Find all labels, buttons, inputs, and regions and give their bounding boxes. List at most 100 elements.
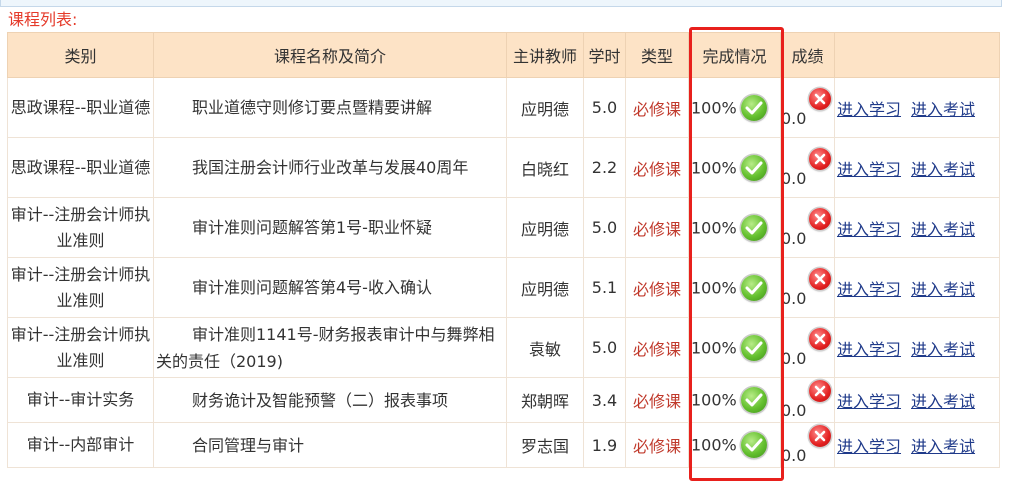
enter-study-link[interactable]: 进入学习	[837, 100, 901, 119]
course-hours: 5.0	[583, 77, 626, 138]
course-progress: 100%	[688, 422, 781, 468]
course-name: 审计准则问题解答第4号-收入确认	[153, 257, 507, 318]
enter-exam-link[interactable]: 进入考试	[911, 437, 975, 456]
course-actions: 进入学习 进入考试	[834, 77, 1000, 138]
score-value: 0.0	[781, 168, 807, 188]
enter-study-link[interactable]: 进入学习	[837, 392, 901, 411]
course-teacher: 袁敏	[506, 317, 584, 378]
table-row: 审计--审计实务 财务诡计及智能预警（二）报表事项 郑朝晖 3.4 必修课 10…	[7, 377, 1000, 423]
course-category: 审计--内部审计	[7, 422, 154, 468]
enter-exam-link[interactable]: 进入考试	[911, 340, 975, 359]
enter-exam-link[interactable]: 进入考试	[911, 392, 975, 411]
course-teacher: 郑朝晖	[506, 377, 584, 423]
course-list-title: 课程列表:	[8, 10, 78, 29]
course-progress: 100%	[688, 137, 781, 198]
x-circle-icon	[809, 147, 832, 170]
progress-value: 100%	[691, 158, 737, 177]
course-name: 我国注册会计师行业改革与发展40周年	[153, 137, 507, 198]
course-hours: 3.4	[583, 377, 626, 423]
progress-value: 100%	[691, 98, 737, 117]
course-progress: 100%	[688, 317, 781, 378]
course-score: 0.0	[780, 377, 835, 423]
check-circle-icon	[740, 274, 767, 301]
progress-value: 100%	[691, 278, 737, 297]
enter-study-link[interactable]: 进入学习	[837, 160, 901, 179]
col-header-type: 类型	[625, 32, 689, 78]
col-header-actions	[834, 32, 1000, 78]
course-actions: 进入学习 进入考试	[834, 197, 1000, 258]
score-value: 0.0	[781, 401, 807, 420]
enter-exam-link[interactable]: 进入考试	[911, 280, 975, 299]
course-progress: 100%	[688, 197, 781, 258]
col-header-teacher: 主讲教师	[506, 32, 584, 78]
course-name: 合同管理与审计	[153, 422, 507, 468]
course-category: 审计--注册会计师执业准则	[7, 317, 154, 378]
enter-exam-link[interactable]: 进入考试	[911, 220, 975, 239]
check-circle-icon	[740, 94, 767, 121]
top-panel-edge	[0, 0, 1002, 7]
course-hours: 5.0	[583, 317, 626, 378]
course-score: 0.0	[780, 257, 835, 318]
course-type: 必修课	[625, 317, 689, 378]
enter-exam-link[interactable]: 进入考试	[911, 100, 975, 119]
col-header-category: 类别	[7, 32, 154, 78]
x-circle-icon	[809, 327, 832, 350]
table-row: 审计--内部审计 合同管理与审计 罗志国 1.9 必修课 100% 0.0 进入…	[7, 422, 1000, 468]
course-name: 财务诡计及智能预警（二）报表事项	[153, 377, 507, 423]
course-table: 类别 课程名称及简介 主讲教师 学时 类型 完成情况 成绩 思政课程--职业道德…	[7, 32, 1000, 468]
course-progress: 100%	[688, 257, 781, 318]
score-value: 0.0	[781, 288, 807, 308]
check-circle-icon	[740, 154, 767, 181]
course-hours: 5.1	[583, 257, 626, 318]
x-circle-icon	[809, 425, 832, 447]
course-progress: 100%	[688, 77, 781, 138]
table-row: 审计--注册会计师执业准则 审计准则1141号-财务报表审计中与舞弊相关的责任（…	[7, 317, 1000, 378]
course-hours: 5.0	[583, 197, 626, 258]
progress-value: 100%	[691, 218, 737, 237]
check-circle-icon	[740, 214, 767, 241]
course-progress: 100%	[688, 377, 781, 423]
course-hours: 2.2	[583, 137, 626, 198]
enter-study-link[interactable]: 进入学习	[837, 220, 901, 239]
course-type: 必修课	[625, 137, 689, 198]
course-name: 职业道德守则修订要点暨精要讲解	[153, 77, 507, 138]
course-score: 0.0	[780, 317, 835, 378]
course-teacher: 应明德	[506, 197, 584, 258]
score-value: 0.0	[781, 446, 807, 465]
enter-study-link[interactable]: 进入学习	[837, 280, 901, 299]
course-score: 0.0	[780, 137, 835, 198]
course-actions: 进入学习 进入考试	[834, 257, 1000, 318]
col-header-course-name: 课程名称及简介	[153, 32, 507, 78]
course-actions: 进入学习 进入考试	[834, 317, 1000, 378]
enter-exam-link[interactable]: 进入考试	[911, 160, 975, 179]
x-circle-icon	[809, 380, 832, 402]
enter-study-link[interactable]: 进入学习	[837, 340, 901, 359]
course-type: 必修课	[625, 377, 689, 423]
course-teacher: 应明德	[506, 257, 584, 318]
course-type: 必修课	[625, 77, 689, 138]
course-teacher: 应明德	[506, 77, 584, 138]
course-category: 思政课程--职业道德	[7, 137, 154, 198]
course-score: 0.0	[780, 422, 835, 468]
col-header-score: 成绩	[780, 32, 835, 78]
course-type: 必修课	[625, 197, 689, 258]
x-circle-icon	[809, 207, 832, 230]
enter-study-link[interactable]: 进入学习	[837, 437, 901, 456]
course-category: 审计--注册会计师执业准则	[7, 197, 154, 258]
progress-value: 100%	[691, 435, 737, 455]
progress-value: 100%	[691, 338, 737, 357]
table-row: 思政课程--职业道德 职业道德守则修订要点暨精要讲解 应明德 5.0 必修课 1…	[7, 77, 1000, 138]
x-circle-icon	[809, 87, 832, 110]
course-actions: 进入学习 进入考试	[834, 422, 1000, 468]
course-category: 审计--审计实务	[7, 377, 154, 423]
table-row: 审计--注册会计师执业准则 审计准则问题解答第1号-职业怀疑 应明德 5.0 必…	[7, 197, 1000, 258]
table-row: 思政课程--职业道德 我国注册会计师行业改革与发展40周年 白晓红 2.2 必修…	[7, 137, 1000, 198]
check-circle-icon	[740, 432, 767, 458]
course-type: 必修课	[625, 257, 689, 318]
course-name: 审计准则问题解答第1号-职业怀疑	[153, 197, 507, 258]
x-circle-icon	[809, 267, 832, 290]
check-circle-icon	[740, 387, 767, 413]
table-header-row: 类别 课程名称及简介 主讲教师 学时 类型 完成情况 成绩	[7, 32, 1000, 78]
table-row: 审计--注册会计师执业准则 审计准则问题解答第4号-收入确认 应明德 5.1 必…	[7, 257, 1000, 318]
score-value: 0.0	[781, 108, 807, 128]
